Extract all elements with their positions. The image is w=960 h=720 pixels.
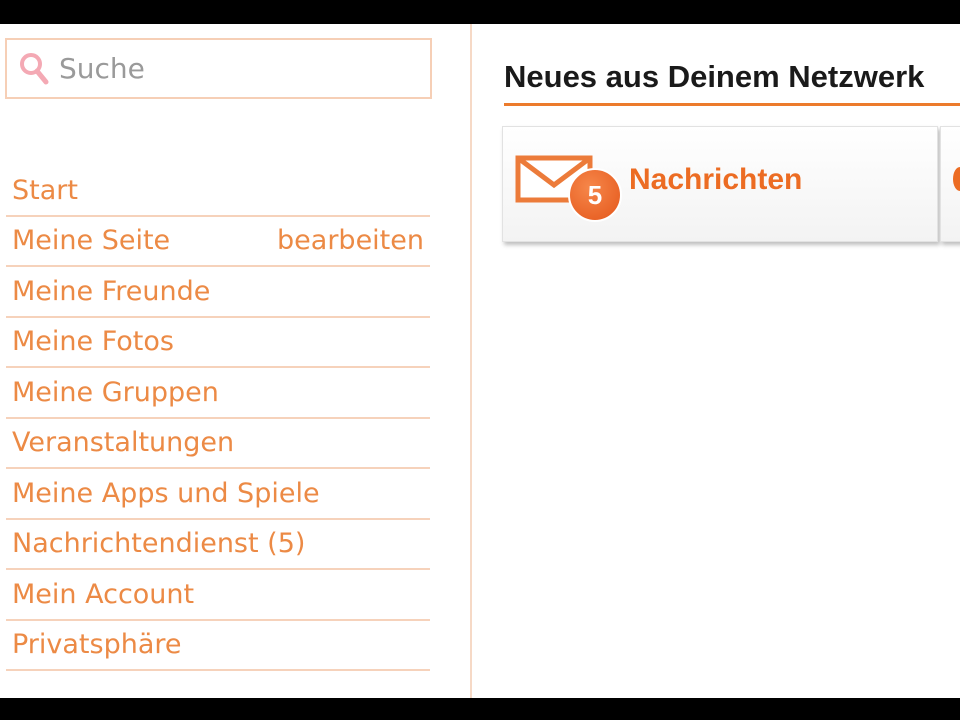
- sidebar-item-meine-seite[interactable]: Meine Seite bearbeiten: [6, 217, 430, 267]
- sidebar-item-label: Meine Fotos: [12, 326, 174, 358]
- sidebar-item-mein-account[interactable]: Mein Account: [6, 570, 430, 621]
- sidebar-item-meine-freunde[interactable]: Meine Freunde: [6, 267, 430, 318]
- sidebar-item-meine-fotos[interactable]: Meine Fotos: [6, 318, 430, 368]
- sidebar-item-label: Nachrichtendienst (5): [12, 528, 306, 560]
- sidebar-nav: Start Meine Seite bearbeiten Meine Freun…: [6, 166, 430, 671]
- sidebar-item-label: Start: [12, 174, 78, 206]
- unread-count-badge: 5: [568, 168, 622, 222]
- next-tile-icon: [953, 167, 960, 191]
- sidebar-item-meine-gruppen[interactable]: Meine Gruppen: [6, 368, 430, 419]
- main-content: Neues aus Deinem Netzwerk 5 Nachrichten: [474, 24, 960, 698]
- sidebar-item-label: Mein Account: [12, 578, 195, 610]
- sidebar-item-nachrichtendienst[interactable]: Nachrichtendienst (5): [6, 520, 430, 570]
- page-title: Neues aus Deinem Netzwerk: [504, 54, 960, 106]
- sidebar-item-label: Meine Apps und Spiele: [12, 477, 320, 509]
- sidebar-item-label: Veranstaltungen: [12, 427, 235, 459]
- sidebar: Start Meine Seite bearbeiten Meine Freun…: [0, 24, 472, 698]
- next-tile[interactable]: [940, 126, 960, 242]
- sidebar-item-start[interactable]: Start: [6, 166, 430, 217]
- messages-tile[interactable]: 5 Nachrichten: [502, 126, 938, 242]
- sidebar-item-label: Meine Seite: [12, 225, 171, 257]
- screen: Start Meine Seite bearbeiten Meine Freun…: [0, 24, 960, 698]
- search-input[interactable]: [59, 52, 389, 85]
- search-icon: [20, 52, 49, 84]
- sidebar-item-privatsphaere[interactable]: Privatsphäre: [6, 621, 430, 671]
- sidebar-item-veranstaltungen[interactable]: Veranstaltungen: [6, 419, 430, 469]
- edit-page-link[interactable]: bearbeiten: [277, 225, 424, 256]
- search-box[interactable]: [5, 38, 432, 99]
- sidebar-item-label: Meine Gruppen: [12, 376, 219, 408]
- sidebar-item-label: Privatsphäre: [12, 629, 182, 661]
- messages-tile-label: Nachrichten: [629, 163, 803, 196]
- sidebar-item-label: Meine Freunde: [12, 275, 211, 307]
- sidebar-item-apps-und-spiele[interactable]: Meine Apps und Spiele: [6, 469, 430, 520]
